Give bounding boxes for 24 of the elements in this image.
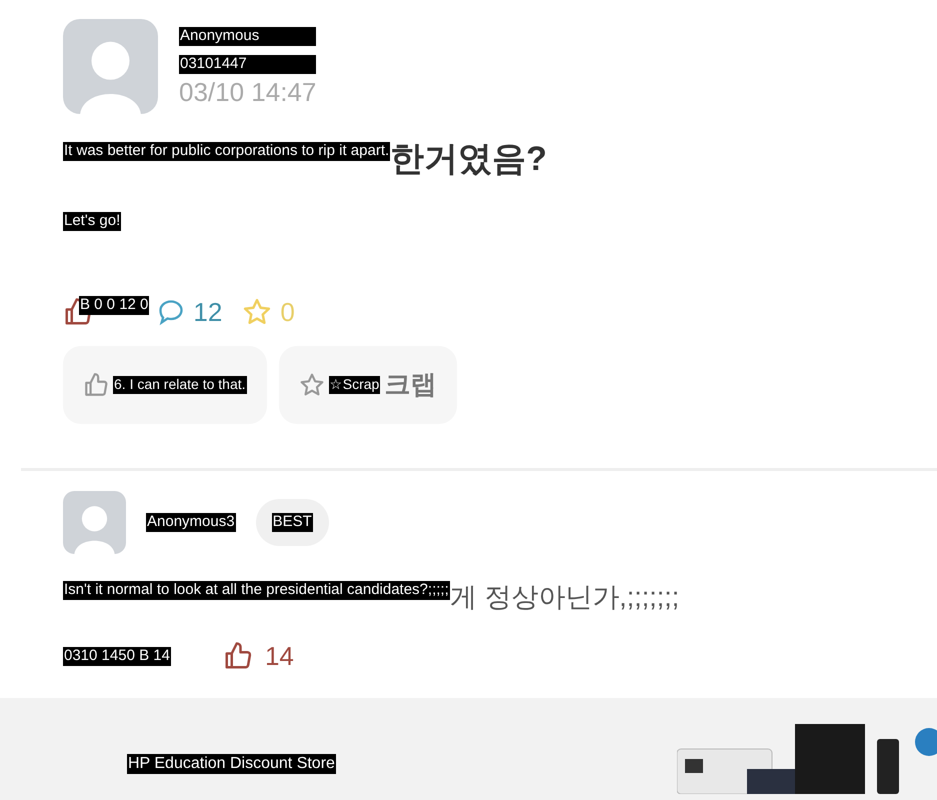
avatar-icon: [63, 19, 158, 114]
post-body: Let's go!: [63, 212, 122, 231]
comment-like-count: 14: [264, 640, 294, 673]
thumbs-up-icon: [222, 641, 253, 672]
post-title-tail: 한거였음?: [390, 142, 547, 176]
comment-text-tail: 게 정상아닌가,;;;;;;;: [450, 584, 680, 611]
scrap-count: 0: [280, 296, 295, 329]
author-id: 03101447: [179, 54, 316, 74]
comment-text: Isn't it normal to look at all the presidential candidates?;;;;;: [63, 580, 450, 600]
commenter-name: Anonymous3: [146, 512, 236, 532]
author-name: Anonymous: [179, 27, 316, 46]
post-time: 03/10 14:47: [179, 78, 316, 104]
avatar-icon: [63, 490, 126, 554]
stats-text: B 0 0 12 0: [79, 296, 150, 315]
post-title: It was better for public corporations to rip it apart.: [63, 142, 390, 161]
ad-banner[interactable]: HP Education Discount Store: [0, 698, 937, 800]
star-icon: [298, 372, 325, 398]
ad-title: HP Education Discount Store: [127, 754, 336, 774]
comment-meta: 0310 1450 B 14: [63, 646, 171, 666]
best-badge: BEST: [256, 498, 329, 546]
comment-icon: [157, 298, 186, 326]
like-button[interactable]: 6. I can relate to that.: [63, 346, 267, 424]
thumbs-up-icon: [83, 372, 109, 398]
comment-count: 12: [193, 296, 222, 329]
